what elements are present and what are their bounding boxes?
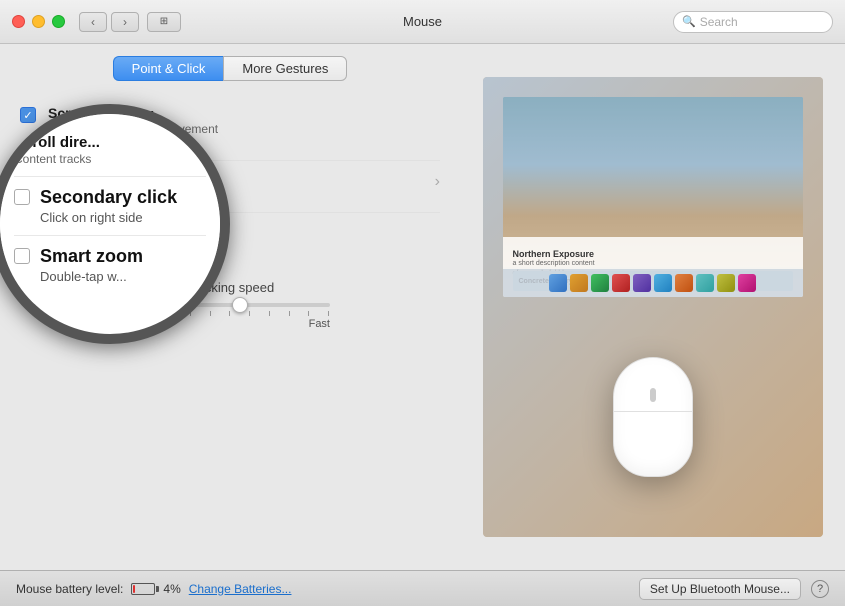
- mag-smart-title: Smart zoom: [40, 246, 143, 267]
- mag-smart-desc: Double-tap w...: [40, 269, 143, 284]
- mag-scroll-desc: Content tracks: [14, 152, 206, 166]
- secondary-click-arrow[interactable]: ›: [435, 171, 440, 191]
- preview-screen: Northern Exposure a short description co…: [503, 97, 803, 297]
- mouse-divider-line: [614, 411, 692, 412]
- preview-image: Northern Exposure a short description co…: [483, 77, 823, 537]
- mouse-scroll-wheel: [650, 388, 656, 402]
- mag-scroll-item: Scroll dire... Content tracks: [14, 124, 206, 177]
- dock-icon-9: [717, 274, 735, 292]
- dock-icon-4: [612, 274, 630, 292]
- dock-icon-5: [633, 274, 651, 292]
- bottom-right: Set Up Bluetooth Mouse... ?: [639, 578, 829, 600]
- mag-secondary-header: Secondary click Click on right side: [14, 187, 206, 225]
- preview-screen-blog-title: Northern Exposure: [513, 249, 595, 259]
- tab-more-gestures[interactable]: More Gestures: [223, 56, 347, 81]
- tracking-slider-thumb[interactable]: [232, 297, 248, 313]
- bluetooth-setup-button[interactable]: Set Up Bluetooth Mouse...: [639, 578, 801, 600]
- mag-secondary-item: Secondary click Click on right side: [14, 177, 206, 236]
- window-title: Mouse: [403, 14, 442, 29]
- bottom-bar: Mouse battery level: 4% Change Batteries…: [0, 570, 845, 606]
- back-button[interactable]: ‹: [79, 12, 107, 32]
- help-button[interactable]: ?: [811, 580, 829, 598]
- forward-button[interactable]: ›: [111, 12, 139, 32]
- dock-icon-7: [675, 274, 693, 292]
- mag-secondary-checkbox[interactable]: [14, 189, 30, 205]
- dock-icon-10: [738, 274, 756, 292]
- scroll-direction-checkbox[interactable]: [20, 107, 36, 123]
- dock-icon-1: [549, 274, 567, 292]
- mag-smart-checkbox[interactable]: [14, 248, 30, 264]
- nav-buttons: ‹ › ⊞: [79, 12, 181, 32]
- battery-percent: 4%: [163, 582, 180, 596]
- dock-icon-8: [696, 274, 714, 292]
- search-icon: 🔍: [682, 15, 696, 28]
- main-content: Point & Click More Gestures Scroll direc…: [0, 44, 845, 570]
- magnifier-content: Scroll dire... Content tracks Secondary …: [0, 114, 220, 304]
- traffic-lights: [12, 15, 65, 28]
- search-placeholder: Search: [700, 15, 824, 29]
- mag-secondary-title-text: Secondary click Click on right side: [40, 187, 177, 225]
- magnifier-circle: Scroll dire... Content tracks Secondary …: [0, 104, 230, 344]
- minimize-button[interactable]: [32, 15, 45, 28]
- search-box[interactable]: 🔍 Search: [673, 11, 833, 33]
- dock-icon-6: [654, 274, 672, 292]
- tab-point-click[interactable]: Point & Click: [113, 56, 224, 81]
- titlebar: ‹ › ⊞ Mouse 🔍 Search: [0, 0, 845, 44]
- tabs: Point & Click More Gestures: [0, 56, 460, 81]
- mag-smart-item: Smart zoom Double-tap w...: [14, 236, 206, 294]
- preview-mouse: [613, 357, 693, 477]
- battery-label: Mouse battery level:: [16, 582, 123, 596]
- maximize-button[interactable]: [52, 15, 65, 28]
- mag-secondary-desc: Click on right side: [40, 210, 177, 225]
- right-panel: Northern Exposure a short description co…: [460, 44, 845, 570]
- change-batteries-button[interactable]: Change Batteries...: [189, 582, 292, 596]
- mag-secondary-title: Secondary click: [40, 187, 177, 208]
- battery-fill: [133, 585, 135, 593]
- grid-button[interactable]: ⊞: [147, 12, 181, 32]
- slider-fast-label: Fast: [309, 318, 330, 330]
- mag-smart-title-text: Smart zoom Double-tap w...: [40, 246, 143, 284]
- close-button[interactable]: [12, 15, 25, 28]
- left-panel: Point & Click More Gestures Scroll direc…: [0, 44, 460, 570]
- preview-dock: [503, 269, 803, 297]
- dock-icon-3: [591, 274, 609, 292]
- dock-icon-2: [570, 274, 588, 292]
- mag-scroll-title: Scroll dire...: [14, 134, 206, 151]
- mag-smart-header: Smart zoom Double-tap w...: [14, 246, 206, 284]
- battery-icon: [131, 583, 155, 595]
